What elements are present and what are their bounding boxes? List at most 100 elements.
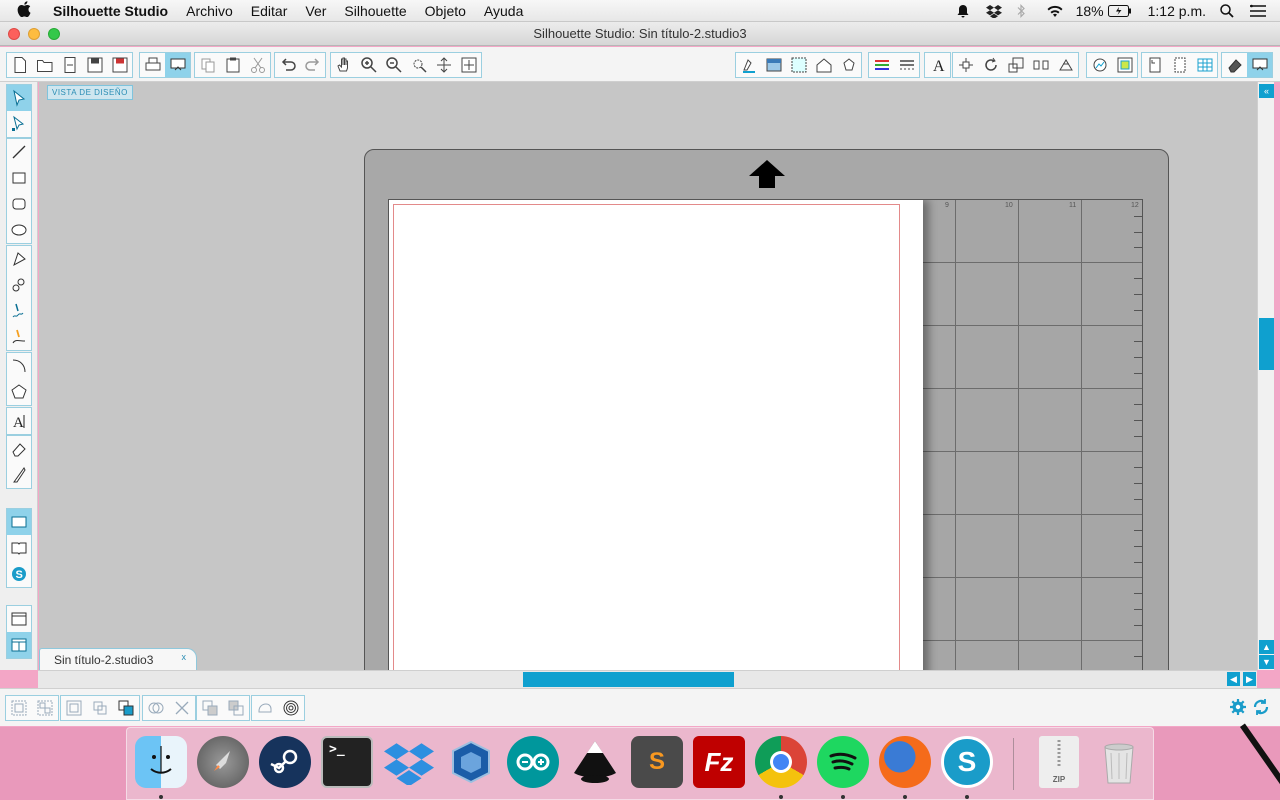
offset-icon[interactable]: [1112, 53, 1137, 77]
paste-icon[interactable]: [220, 53, 245, 77]
zoom-in-icon[interactable]: [356, 53, 381, 77]
registration-marks-icon[interactable]: [1142, 53, 1167, 77]
save-to-library-icon[interactable]: [107, 53, 132, 77]
scale-icon[interactable]: [1003, 53, 1028, 77]
sublime-text-icon[interactable]: S: [631, 736, 683, 788]
cut-icon[interactable]: [245, 53, 270, 77]
smooth-freehand-tool-icon[interactable]: [7, 324, 31, 350]
notification-bell-icon[interactable]: [956, 4, 972, 18]
menu-silhouette[interactable]: Silhouette: [335, 3, 415, 19]
design-canvas[interactable]: VISTA DE DISEÑO 9 10 11 12: [39, 82, 1257, 670]
silhouette-studio-icon[interactable]: S: [941, 736, 993, 788]
eraser-tool-icon[interactable]: [7, 436, 31, 462]
menu-objeto[interactable]: Objeto: [416, 3, 475, 19]
spotlight-search-icon[interactable]: [1220, 4, 1236, 18]
scroll-up-icon[interactable]: ▲: [1259, 640, 1274, 654]
rounded-rectangle-tool-icon[interactable]: [7, 191, 31, 217]
group-icon[interactable]: [6, 696, 32, 720]
zoom-drag-icon[interactable]: [431, 53, 456, 77]
trash-icon[interactable]: [1093, 736, 1145, 788]
grid-view-icon[interactable]: [1192, 53, 1217, 77]
dropbox-dock-icon[interactable]: [383, 736, 435, 788]
delete-icon[interactable]: [169, 696, 195, 720]
chrome-icon[interactable]: [755, 736, 807, 788]
terminal-icon[interactable]: >_: [321, 736, 373, 788]
dropbox-icon[interactable]: [985, 4, 1002, 19]
horizontal-scroll-thumb[interactable]: [523, 672, 734, 687]
redo-icon[interactable]: [300, 53, 325, 77]
rectangle-tool-icon[interactable]: [7, 165, 31, 191]
scroll-left-icon[interactable]: ◀: [1227, 672, 1240, 686]
launchpad-icon[interactable]: [197, 736, 249, 788]
menu-editar[interactable]: Editar: [242, 3, 297, 19]
fit-to-page-icon[interactable]: [456, 53, 481, 77]
zoom-selection-icon[interactable]: [406, 53, 431, 77]
design-page[interactable]: [389, 200, 923, 670]
undo-icon[interactable]: [275, 53, 300, 77]
wifi-icon[interactable]: [1046, 4, 1063, 18]
grid-settings-icon[interactable]: [761, 53, 786, 77]
knife-tool-icon[interactable]: [7, 462, 31, 488]
regular-polygon-tool-icon[interactable]: [7, 379, 31, 405]
edit-points-icon[interactable]: [7, 111, 31, 137]
print-icon[interactable]: [140, 53, 165, 77]
line-tool-icon[interactable]: [7, 139, 31, 165]
window-zoom-button[interactable]: [48, 28, 60, 40]
mirror-icon[interactable]: [223, 696, 249, 720]
library-view-icon[interactable]: [7, 535, 31, 561]
curve-tool-icon[interactable]: [7, 272, 31, 298]
sync-icon[interactable]: [1252, 698, 1270, 721]
library-icon[interactable]: [57, 53, 82, 77]
battery-icon[interactable]: [1107, 4, 1134, 18]
scroll-right-icon[interactable]: ▶: [1243, 672, 1256, 686]
ellipse-tool-icon[interactable]: [7, 217, 31, 243]
line-style-icon[interactable]: [894, 53, 919, 77]
vertical-scrollbar[interactable]: « ▲ ▼: [1257, 82, 1274, 670]
firefox-icon[interactable]: [879, 736, 931, 788]
replicate-icon[interactable]: [1053, 53, 1078, 77]
cut-settings-icon[interactable]: [1167, 53, 1192, 77]
offset-bottom-icon[interactable]: [278, 696, 304, 720]
duplicate-icon[interactable]: [197, 696, 223, 720]
text-tool-icon[interactable]: A: [7, 408, 31, 434]
pan-hand-icon[interactable]: [331, 53, 356, 77]
library-store-icon[interactable]: [811, 53, 836, 77]
save-icon[interactable]: [82, 53, 107, 77]
rotate-icon[interactable]: [978, 53, 1003, 77]
eraser-icon[interactable]: [1222, 53, 1247, 77]
weld-icon[interactable]: [143, 696, 169, 720]
bring-to-front-icon[interactable]: [113, 696, 139, 720]
trace-bottom-icon[interactable]: [252, 696, 278, 720]
menu-archivo[interactable]: Archivo: [177, 3, 242, 19]
window-close-button[interactable]: [8, 28, 20, 40]
finder-icon[interactable]: [135, 736, 187, 788]
virtualbox-icon[interactable]: [445, 736, 497, 788]
window-minimize-button[interactable]: [28, 28, 40, 40]
trace-icon[interactable]: [1087, 53, 1112, 77]
single-panel-icon[interactable]: [7, 606, 31, 632]
notification-center-icon[interactable]: [1250, 4, 1266, 18]
menu-app-name[interactable]: Silhouette Studio: [39, 3, 177, 19]
align-icon[interactable]: [953, 53, 978, 77]
steam-icon[interactable]: [259, 736, 311, 788]
new-document-icon[interactable]: [7, 53, 32, 77]
shadow-icon[interactable]: [836, 53, 861, 77]
freehand-tool-icon[interactable]: [7, 298, 31, 324]
horizontal-scrollbar[interactable]: [38, 670, 1257, 688]
move-icon[interactable]: [1028, 53, 1053, 77]
bluetooth-icon[interactable]: [1016, 4, 1032, 18]
send-panel-icon[interactable]: [1247, 53, 1272, 77]
zoom-out-icon[interactable]: [381, 53, 406, 77]
menu-ver[interactable]: Ver: [296, 3, 335, 19]
design-view-icon[interactable]: [7, 509, 31, 535]
menu-ayuda[interactable]: Ayuda: [475, 3, 532, 19]
page-setup-icon[interactable]: [736, 53, 761, 77]
select-tool-icon[interactable]: [7, 85, 31, 111]
arc-tool-icon[interactable]: [7, 353, 31, 379]
clock[interactable]: 1:12 p.m.: [1148, 3, 1206, 19]
send-to-silhouette-icon[interactable]: [165, 53, 190, 77]
split-panel-icon[interactable]: [7, 632, 31, 658]
close-tab-icon[interactable]: x: [182, 646, 187, 668]
document-tab[interactable]: Sin título-2.studio3 x: [39, 648, 197, 670]
scroll-down-icon[interactable]: ▼: [1259, 655, 1274, 669]
